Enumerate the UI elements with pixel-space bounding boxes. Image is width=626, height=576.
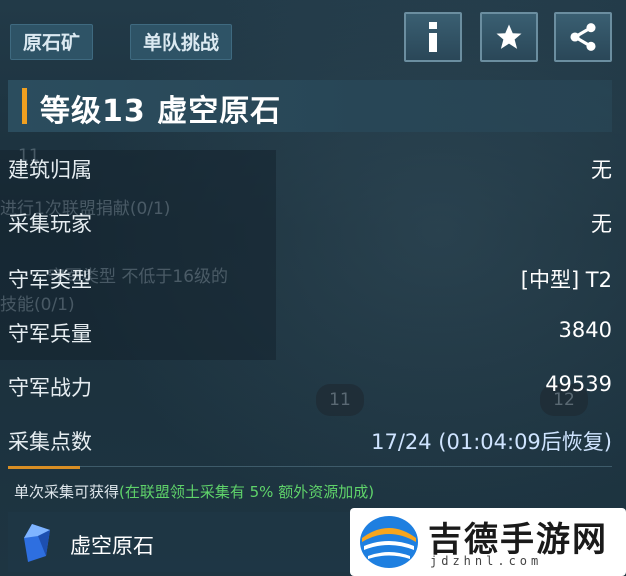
mine-type-tag: 原石矿 xyxy=(10,24,94,60)
alliance-bonus-note: (在联盟领土采集有 5% 额外资源加成) xyxy=(119,483,375,501)
stat-value: 无 xyxy=(591,212,612,236)
stat-row-gatherer: 采集玩家 无 xyxy=(8,200,612,240)
stat-label: 采集点数 xyxy=(8,430,92,454)
star-icon xyxy=(496,24,522,49)
favorite-button[interactable] xyxy=(480,12,538,62)
info-button[interactable] xyxy=(404,12,462,62)
stat-value: 17/24 (01:04:09后恢复) xyxy=(371,430,612,454)
title-bar: 等级13 虚空原石 xyxy=(8,80,612,132)
stat-row-owner: 建筑归属 无 xyxy=(8,146,612,186)
stat-label: 守军战力 xyxy=(8,376,92,400)
stat-value: 3840 xyxy=(558,318,612,342)
watermark-logo-icon xyxy=(360,516,418,568)
crystal-icon xyxy=(24,524,50,562)
resource-title: 等级13 虚空原石 xyxy=(40,94,282,129)
stat-row-gather-points: 采集点数 17/24 (01:04:09后恢复) xyxy=(8,418,612,458)
share-icon xyxy=(570,23,596,51)
watermark: 吉德手游网 jdzhnl.com xyxy=(350,508,626,576)
stat-value: 49539 xyxy=(545,372,612,396)
title-accent-bar xyxy=(22,88,27,124)
stat-label: 建筑归属 xyxy=(8,158,92,182)
reward-note-prefix: 单次采集可获得 xyxy=(14,483,120,501)
stat-label: 守军兵量 xyxy=(8,322,92,346)
section-divider xyxy=(8,466,612,467)
reward-item-name: 虚空原石 xyxy=(70,534,154,558)
stat-row-garrison-troops: 守军兵量 3840 xyxy=(8,310,612,350)
challenge-mode-tag: 单队挑战 xyxy=(130,24,233,60)
share-button[interactable] xyxy=(554,12,612,62)
stat-label: 守军类型 xyxy=(8,268,92,292)
reward-note: 单次采集可获得(在联盟领土采集有 5% 额外资源加成) xyxy=(14,481,374,502)
section-divider-accent xyxy=(8,466,80,469)
stat-row-garrison-type: 守军类型 [中型] T2 xyxy=(8,256,612,296)
stat-label: 采集玩家 xyxy=(8,212,92,236)
watermark-url: jdzhnl.com xyxy=(430,554,543,568)
stat-value: 无 xyxy=(591,158,612,182)
stat-row-garrison-power: 守军战力 49539 xyxy=(8,364,612,404)
stat-value: [中型] T2 xyxy=(520,268,612,292)
info-icon xyxy=(429,22,437,52)
